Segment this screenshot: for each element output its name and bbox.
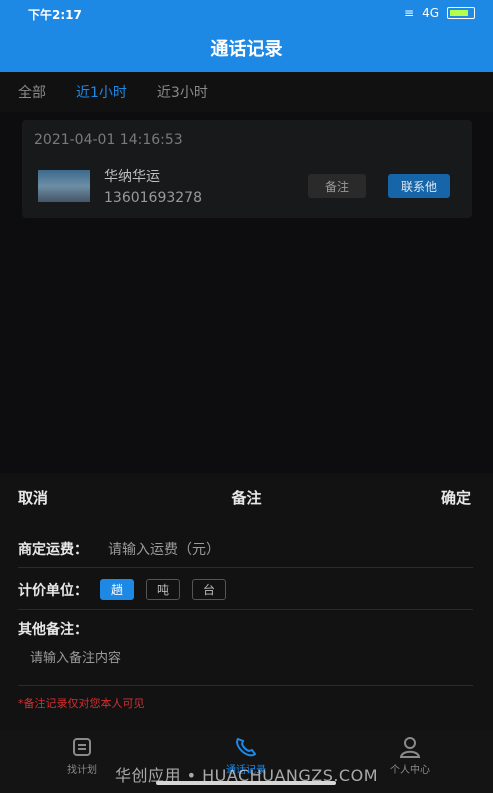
signal-icon: ≡ bbox=[404, 6, 415, 20]
tab-all[interactable]: 全部 bbox=[18, 82, 46, 102]
unit-option-set[interactable]: 台 bbox=[192, 579, 227, 600]
other-note-label: 其他备注： bbox=[18, 622, 88, 638]
freight-input[interactable]: 请输入运费（元） bbox=[108, 539, 220, 559]
unit-option-ton[interactable]: 吨 bbox=[146, 579, 181, 600]
contact-name: 华纳华运 bbox=[104, 169, 160, 185]
status-time: 下午2:17 bbox=[28, 8, 82, 22]
other-note-input[interactable]: 请输入备注内容 bbox=[30, 647, 121, 666]
tab-1-hour[interactable]: 近1小时 bbox=[76, 82, 127, 102]
privacy-warning: *备注记录仅对您本人可见 bbox=[18, 697, 145, 710]
company-thumbnail bbox=[38, 170, 90, 202]
note-button[interactable]: 备注 bbox=[308, 174, 366, 198]
network-label: 4G bbox=[422, 6, 439, 20]
page-title: 通话记录 bbox=[0, 28, 493, 72]
tab-3-hours[interactable]: 近3小时 bbox=[157, 82, 208, 102]
unit-option-trip[interactable]: 趟 bbox=[100, 579, 135, 600]
call-timestamp: 2021-04-01 14:16:53 bbox=[34, 132, 183, 148]
freight-label: 商定运费： bbox=[18, 542, 88, 558]
unit-row: 计价单位： 趟 吨 台 bbox=[18, 567, 473, 610]
other-note-row: 其他备注： 请输入备注内容 bbox=[18, 609, 473, 686]
contact-phone: 13601693278 bbox=[104, 190, 202, 206]
confirm-button[interactable]: 确定 bbox=[441, 487, 471, 508]
list-icon bbox=[73, 738, 91, 756]
sheet-title: 备注 bbox=[231, 489, 262, 507]
status-icons: ≡ 4G bbox=[404, 6, 475, 20]
battery-icon bbox=[447, 7, 475, 19]
home-indicator[interactable] bbox=[156, 781, 336, 785]
freight-row: 商定运费： 请输入运费（元） bbox=[18, 523, 473, 568]
contact-button[interactable]: 联系他 bbox=[388, 174, 450, 198]
phone-icon bbox=[236, 737, 257, 757]
user-icon bbox=[399, 737, 421, 758]
status-bar: 下午2:17 ≡ 4G bbox=[0, 0, 493, 28]
unit-label: 计价单位： bbox=[18, 582, 88, 599]
filter-tabs: 全部 近1小时 近3小时 bbox=[0, 72, 493, 112]
note-sheet: 取消 备注 确定 商定运费： 请输入运费（元） 计价单位： 趟 吨 台 其他备注… bbox=[0, 473, 493, 730]
call-record-card: 2021-04-01 14:16:53 华纳华运 13601693278 备注 … bbox=[22, 120, 472, 218]
